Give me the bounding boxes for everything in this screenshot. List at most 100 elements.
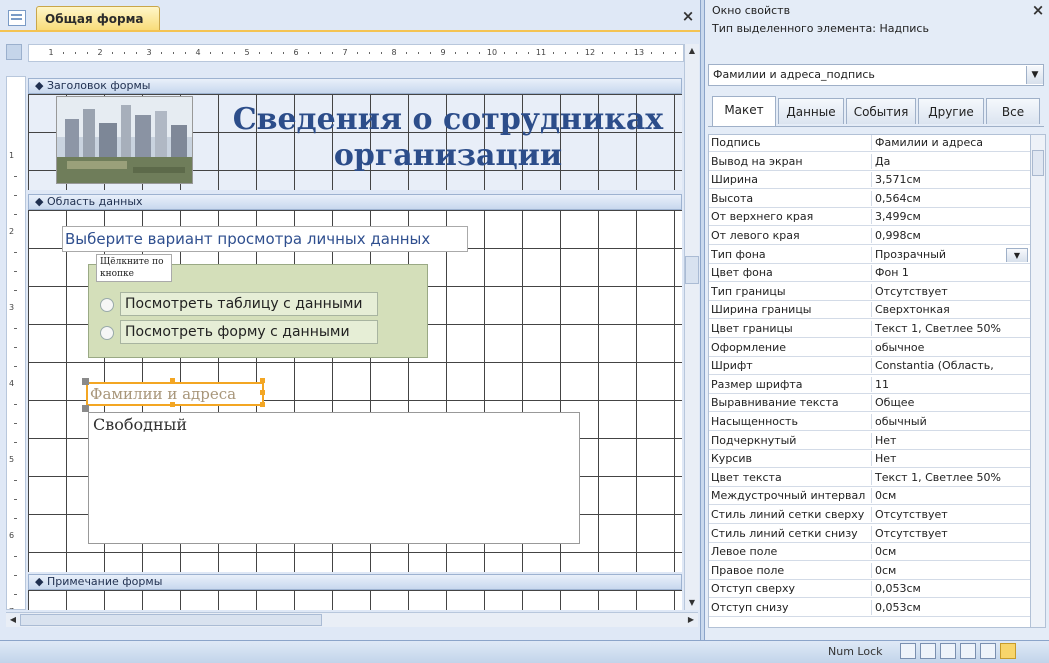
- property-value[interactable]: Текст 1, Светлее 50%: [871, 469, 1031, 485]
- option-view-table[interactable]: Посмотреть таблицу с данными: [100, 292, 378, 318]
- section-footer-bar[interactable]: ◆ Примечание формы: [28, 574, 682, 590]
- property-value[interactable]: Сверхтонкая: [871, 302, 1031, 318]
- property-value[interactable]: Нет: [871, 451, 1031, 467]
- property-grid-scroll-thumb[interactable]: [1032, 150, 1044, 176]
- move-handle[interactable]: [82, 405, 89, 412]
- property-value[interactable]: Нет: [871, 432, 1031, 448]
- form-selector[interactable]: [6, 44, 22, 60]
- radio-button[interactable]: [100, 326, 114, 340]
- property-value[interactable]: Отсутствует: [871, 507, 1031, 522]
- property-row[interactable]: Цвет границы Текст 1, Светлее 50%: [709, 321, 1031, 338]
- close-document-button[interactable]: ×: [680, 8, 696, 24]
- form-view-icon[interactable]: [900, 643, 916, 659]
- scroll-up-icon[interactable]: ▲: [685, 44, 699, 58]
- option-view-table-label[interactable]: Посмотреть таблицу с данными: [120, 292, 378, 316]
- memo-textbox[interactable]: Свободный: [88, 412, 580, 544]
- property-row[interactable]: Насыщенность обычный: [709, 414, 1031, 431]
- property-row[interactable]: Цвет текста Текст 1, Светлее 50%: [709, 469, 1031, 487]
- property-row[interactable]: Тип фона Прозрачный ▼: [709, 246, 1031, 264]
- property-row[interactable]: Вывод на экран Да: [709, 153, 1031, 171]
- scroll-left-icon[interactable]: ◀: [6, 613, 20, 627]
- property-value[interactable]: обычное: [871, 339, 1031, 355]
- property-row[interactable]: Высота 0,564см: [709, 190, 1031, 208]
- property-row[interactable]: Тип границы Отсутствует: [709, 283, 1031, 301]
- property-row[interactable]: Ширина 3,571см: [709, 172, 1031, 190]
- property-value[interactable]: Фон 1: [871, 265, 1031, 281]
- property-value[interactable]: обычный: [871, 414, 1031, 429]
- layout-view-icon[interactable]: [980, 643, 996, 659]
- property-value[interactable]: Текст 1, Светлее 50%: [871, 321, 1031, 336]
- radio-button[interactable]: [100, 298, 114, 312]
- move-handle[interactable]: [82, 378, 89, 385]
- pivot-chart-view-icon[interactable]: [960, 643, 976, 659]
- property-row[interactable]: Цвет фона Фон 1: [709, 265, 1031, 283]
- property-value[interactable]: 3,571см: [871, 172, 1031, 188]
- form-title-label[interactable]: Сведения о сотрудниках организации: [228, 102, 668, 174]
- section-detail-bar[interactable]: ◆ Область данных: [28, 194, 682, 210]
- tab-all[interactable]: Все: [986, 98, 1040, 124]
- design-view-icon[interactable]: [1000, 643, 1016, 659]
- tab-layout[interactable]: Макет: [712, 96, 776, 126]
- pivot-table-view-icon[interactable]: [940, 643, 956, 659]
- property-row[interactable]: От верхнего края 3,499см: [709, 209, 1031, 227]
- property-value[interactable]: Фамилии и адреса: [871, 135, 1031, 150]
- resize-handle[interactable]: [260, 378, 265, 383]
- property-value[interactable]: Общее: [871, 395, 1031, 411]
- property-value[interactable]: Отсутствует: [871, 525, 1031, 541]
- selected-object-combo[interactable]: Фамилии и адреса_подпись: [708, 64, 1044, 86]
- property-value[interactable]: 0,053см: [871, 581, 1031, 597]
- document-tab[interactable]: Общая форма: [36, 6, 160, 30]
- property-value[interactable]: 0,998см: [871, 228, 1031, 243]
- resize-handle[interactable]: [260, 402, 265, 407]
- property-value[interactable]: 0,564см: [871, 190, 1031, 206]
- resize-handle[interactable]: [170, 378, 175, 383]
- tab-data[interactable]: Данные: [778, 98, 844, 124]
- datasheet-view-icon[interactable]: [920, 643, 936, 659]
- property-row[interactable]: Отступ снизу 0,053см: [709, 600, 1031, 617]
- property-row[interactable]: Выравнивание текста Общее: [709, 395, 1031, 413]
- vertical-scrollbar[interactable]: ▲ ▼: [684, 44, 699, 610]
- property-value[interactable]: 0,053см: [871, 600, 1031, 615]
- property-row[interactable]: Правое поле 0см: [709, 562, 1031, 580]
- tab-events[interactable]: События: [846, 98, 916, 124]
- chevron-down-icon[interactable]: ▼: [1006, 247, 1028, 262]
- chevron-down-icon[interactable]: ▼: [1026, 66, 1043, 84]
- property-row[interactable]: Ширина границы Сверхтонкая: [709, 302, 1031, 320]
- property-value[interactable]: 11: [871, 376, 1031, 392]
- property-value[interactable]: 0см: [871, 562, 1031, 578]
- property-value[interactable]: Отсутствует: [871, 283, 1031, 299]
- property-value[interactable]: Да: [871, 153, 1031, 169]
- property-row[interactable]: Шрифт Constantia (Область,: [709, 358, 1031, 376]
- property-value[interactable]: Constantia (Область,: [871, 358, 1031, 374]
- scroll-down-icon[interactable]: ▼: [685, 596, 699, 610]
- option-group-caption[interactable]: Щёлкните по кнопке: [96, 254, 172, 282]
- property-value[interactable]: 0см: [871, 488, 1031, 504]
- property-row[interactable]: Курсив Нет: [709, 451, 1031, 469]
- property-row[interactable]: Стиль линий сетки снизу Отсутствует: [709, 525, 1031, 543]
- close-property-sheet-button[interactable]: ×: [1030, 2, 1046, 18]
- tab-other[interactable]: Другие: [918, 98, 984, 124]
- selected-label-names-addresses[interactable]: Фамилии и адреса: [86, 382, 264, 406]
- property-row[interactable]: Подпись Фамилии и адреса: [709, 135, 1031, 152]
- option-view-form[interactable]: Посмотреть форму с данными: [100, 320, 378, 346]
- property-value[interactable]: Прозрачный ▼: [871, 246, 1031, 262]
- property-row[interactable]: Отступ сверху 0,053см: [709, 581, 1031, 599]
- property-grid-scrollbar[interactable]: [1030, 134, 1046, 628]
- resize-handle[interactable]: [170, 402, 175, 407]
- section-header-bar[interactable]: ◆ Заголовок формы: [28, 78, 682, 94]
- property-value[interactable]: 0см: [871, 544, 1031, 560]
- choose-view-label[interactable]: Выберите вариант просмотра личных данных: [62, 226, 468, 252]
- property-row[interactable]: Размер шрифта 11: [709, 376, 1031, 394]
- horizontal-scroll-thumb[interactable]: [20, 614, 322, 626]
- scroll-right-icon[interactable]: ▶: [684, 613, 698, 627]
- property-row[interactable]: Междустрочный интервал 0см: [709, 488, 1031, 506]
- property-row[interactable]: Оформление обычное: [709, 339, 1031, 357]
- property-row[interactable]: Стиль линий сетки сверху Отсутствует: [709, 507, 1031, 524]
- property-row[interactable]: Подчеркнутый Нет: [709, 432, 1031, 450]
- city-photo[interactable]: [56, 96, 193, 184]
- option-view-form-label[interactable]: Посмотреть форму с данными: [120, 320, 378, 344]
- property-value[interactable]: 3,499см: [871, 209, 1031, 225]
- vertical-scroll-thumb[interactable]: [685, 256, 699, 284]
- property-row[interactable]: Левое поле 0см: [709, 544, 1031, 562]
- property-row[interactable]: От левого края 0,998см: [709, 228, 1031, 245]
